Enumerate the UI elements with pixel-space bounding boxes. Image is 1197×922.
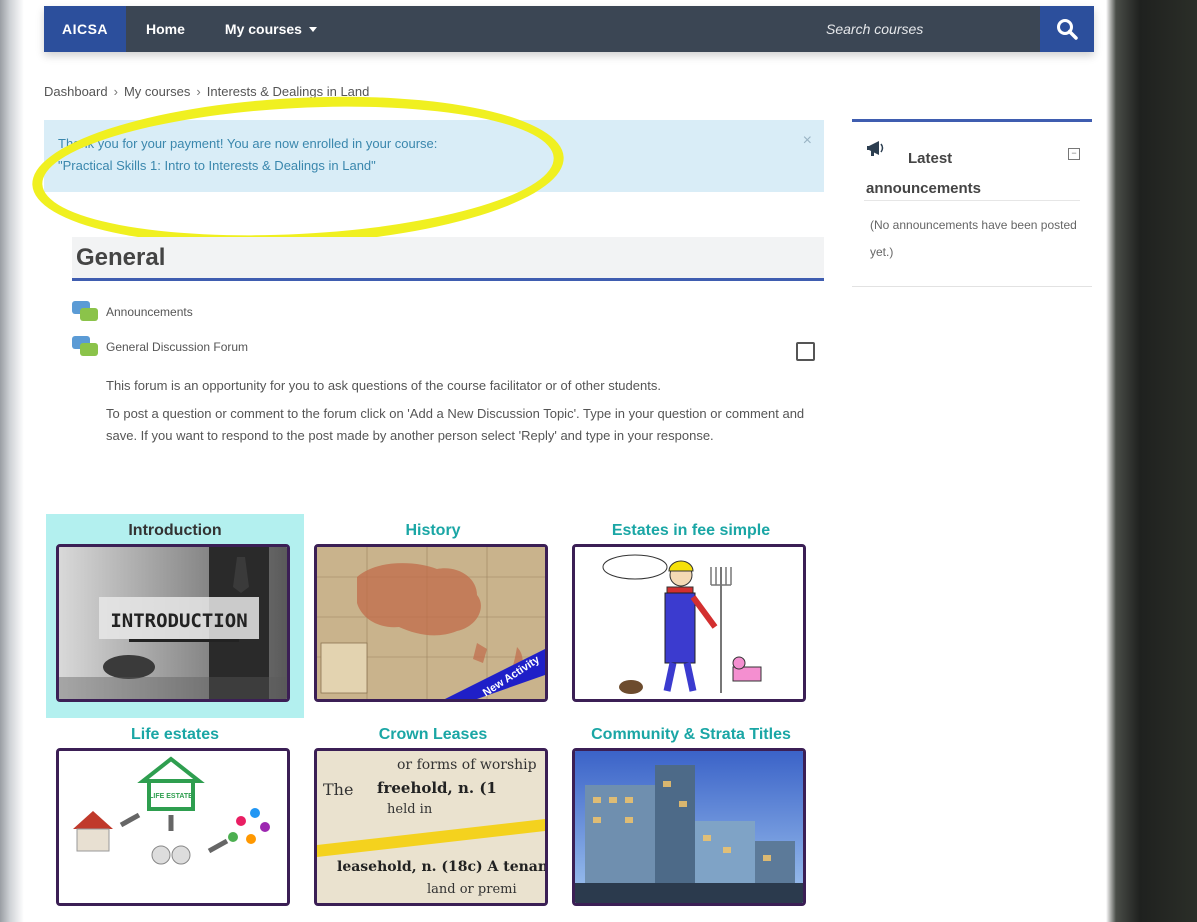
alert-close-button[interactable]: × xyxy=(803,130,812,152)
top-navbar: AICSA Home My courses Search courses xyxy=(44,6,1094,52)
section-general-header: General xyxy=(72,237,824,281)
image-word: The xyxy=(323,780,353,799)
tile-crown-leases[interactable]: Crown Leases or forms of worship The fre… xyxy=(304,718,562,922)
breadcrumb-separator: › xyxy=(196,84,201,99)
tile-introduction[interactable]: Introduction INTRODUCTION xyxy=(46,514,304,718)
tile-image-history: New Activity xyxy=(314,544,548,702)
enrolment-alert: Thank you for your payment! You are now … xyxy=(44,120,824,192)
breadcrumb: Dashboard › My courses › Interests & Dealing… xyxy=(44,84,369,99)
activity-announcements[interactable]: Announcements xyxy=(72,301,193,323)
image-word: leasehold, n. (18c) A tenant xyxy=(337,859,545,875)
page: AICSA Home My courses Search courses Das… xyxy=(24,0,1106,906)
block-divider xyxy=(864,200,1080,201)
tile-title: Community & Strata Titles xyxy=(591,726,791,743)
tile-estates-in-fee-simple[interactable]: Estates in fee simple xyxy=(562,514,820,718)
block-title: Latest announcements xyxy=(866,144,1076,204)
tile-image-crown-leases: or forms of worship The freehold, n. (1 … xyxy=(314,748,548,906)
tile-title: Introduction xyxy=(128,522,222,539)
tile-image-text: INTRODUCTION xyxy=(110,610,247,632)
tile-image-community-strata-titles xyxy=(572,748,806,906)
site-brand-link[interactable]: AICSA xyxy=(44,6,126,52)
breadcrumb-my-courses[interactable]: My courses xyxy=(124,84,190,99)
nav-home-link[interactable]: Home xyxy=(146,21,185,37)
life-estate-image-text: LIFE ESTATE xyxy=(149,793,193,800)
section-title: General xyxy=(76,244,166,271)
nav-my-courses-label: My courses xyxy=(224,21,302,37)
breadcrumb-separator: › xyxy=(113,84,118,99)
tile-title: Estates in fee simple xyxy=(611,522,771,539)
alert-line-2: "Practical Skills 1: Intro to Interests … xyxy=(58,158,376,173)
tile-life-estates[interactable]: Life estates LIFE ESTATE xyxy=(46,718,304,922)
tile-title: History xyxy=(405,522,461,539)
search-icon xyxy=(1057,19,1078,40)
tile-title: Life estates xyxy=(130,726,220,743)
block-title-line-1: Latest xyxy=(908,150,953,167)
completion-checkbox[interactable] xyxy=(796,342,815,361)
activity-label: General Discussion Forum xyxy=(106,340,249,354)
block-body-text: (No announcements have been posted yet.) xyxy=(870,218,1077,259)
tile-community-strata-titles[interactable]: Community & Strata Titles xyxy=(562,718,820,922)
alert-line-1: Thank you for your payment! You are now … xyxy=(58,136,438,151)
tile-image-estates-in-fee-simple xyxy=(572,544,806,702)
activity-general-discussion-forum[interactable]: General Discussion Forum xyxy=(72,336,248,358)
forum-description-2: To post a question or comment to the for… xyxy=(106,406,805,443)
image-word: land or premi xyxy=(427,882,517,897)
forum-icon xyxy=(72,301,98,323)
image-word: held in xyxy=(387,802,433,817)
tile-image-introduction: INTRODUCTION xyxy=(56,544,290,702)
search-button[interactable] xyxy=(1040,6,1094,52)
tile-history[interactable]: History New Activity xyxy=(304,514,562,718)
tile-image-life-estates: LIFE ESTATE xyxy=(56,748,290,906)
collapse-block-icon[interactable]: − xyxy=(1068,148,1080,160)
image-word: or forms of worship xyxy=(397,757,537,773)
caret-down-icon xyxy=(308,26,317,32)
image-word: freehold, n. (1 xyxy=(377,779,497,797)
breadcrumb-course[interactable]: Interests & Dealings in Land xyxy=(207,84,370,99)
latest-announcements-block: Latest announcements − (No announcements… xyxy=(852,119,1092,287)
forum-description-1: This forum is an opportunity for you to … xyxy=(106,378,661,393)
search-input[interactable]: Search courses xyxy=(826,21,923,37)
activity-label: Announcements xyxy=(106,305,193,319)
tile-title: Crown Leases xyxy=(378,726,488,743)
forum-icon xyxy=(72,336,98,358)
nav-my-courses-dropdown[interactable]: My courses xyxy=(225,21,317,37)
breadcrumb-dashboard[interactable]: Dashboard xyxy=(44,84,108,99)
